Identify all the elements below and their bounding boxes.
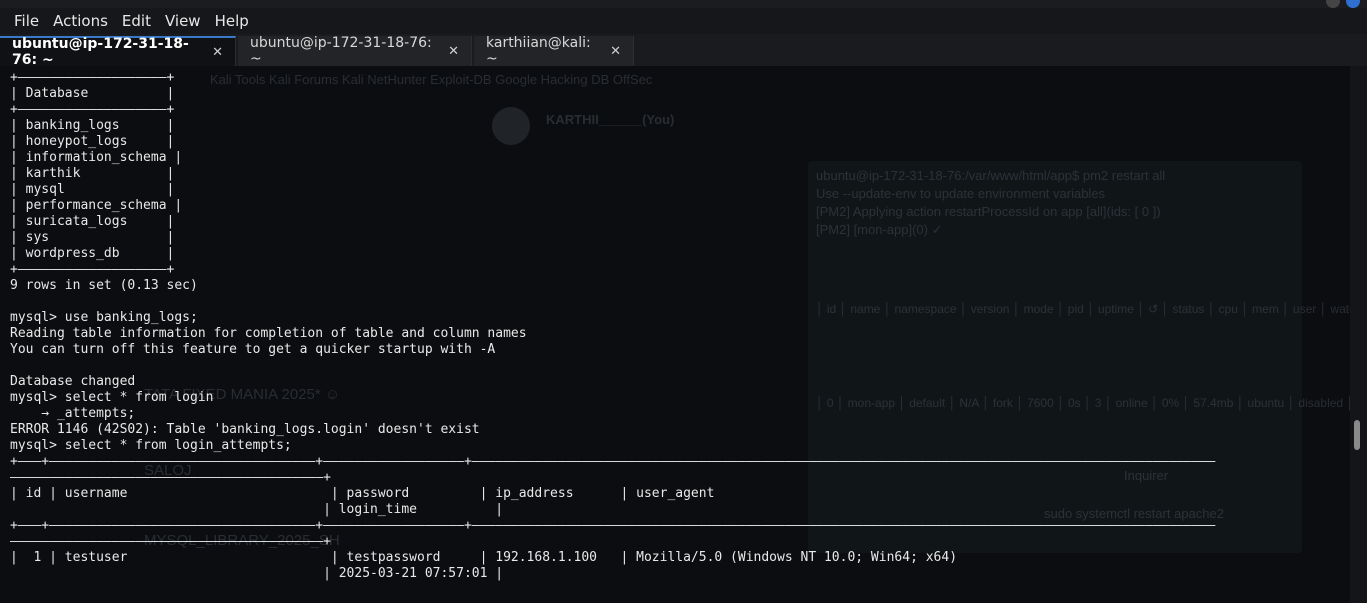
- terminal-line: | login_time |: [10, 502, 504, 517]
- tab-ubuntu-1[interactable]: ubuntu@ip-172-31-18-76: ~ ✕: [0, 36, 236, 68]
- terminal-line: | banking_logs |: [10, 118, 175, 133]
- scrollbar-track[interactable]: [1350, 66, 1367, 603]
- terminal-line: | sys |: [10, 230, 175, 245]
- terminal-line: | honeypot_logs |: [10, 134, 175, 149]
- terminal-line: | 1 | testuser | testpassword | 192.168.…: [10, 550, 958, 565]
- terminal-line: | wordpress_db |: [10, 246, 175, 261]
- tab-label: ubuntu@ip-172-31-18-76: ~: [250, 35, 432, 67]
- terminal-line: +———+——————————————————————————————————+…: [10, 518, 1216, 533]
- terminal-line: | 2025-03-21 07:57:01 |: [10, 566, 504, 581]
- menu-view[interactable]: View: [158, 12, 208, 30]
- terminal-line: 9 rows in set (0.13 sec): [10, 278, 198, 293]
- terminal-line: → _attempts;: [10, 406, 136, 421]
- tab-kali[interactable]: karthiian@kali: ~ ✕: [474, 35, 634, 67]
- terminal-line: ————————————————————————————————————————…: [10, 470, 331, 485]
- menu-file[interactable]: File: [0, 12, 46, 30]
- menu-actions[interactable]: Actions: [46, 12, 115, 30]
- terminal-line: | information_schema |: [10, 150, 183, 165]
- tab-label: ubuntu@ip-172-31-18-76: ~: [12, 36, 189, 68]
- terminal-line: +———————————————————+: [10, 102, 175, 117]
- terminal-line: +———+——————————————————————————————————+…: [10, 454, 1216, 469]
- scrollbar-thumb[interactable]: [1354, 420, 1360, 450]
- terminal-line: | id | username | password | ip_address …: [10, 486, 715, 501]
- close-tab-icon[interactable]: ✕: [212, 45, 223, 60]
- menu-edit[interactable]: Edit: [115, 12, 158, 30]
- menu-bar: File Actions Edit View Help: [0, 8, 1367, 34]
- terminal-line: +———————————————————+: [10, 70, 175, 85]
- terminal-line: +———————————————————+: [10, 262, 175, 277]
- terminal-line: | suricata_logs |: [10, 214, 175, 229]
- terminal-line: | mysql |: [10, 182, 175, 197]
- terminal-line: mysql> select * from login: [10, 390, 214, 405]
- close-tab-icon[interactable]: ✕: [610, 44, 621, 59]
- title-strip: [0, 0, 1367, 8]
- tab-ubuntu-2[interactable]: ubuntu@ip-172-31-18-76: ~ ✕: [238, 35, 472, 67]
- terminal-line: You can turn off this feature to get a q…: [10, 342, 496, 357]
- tab-bar: ubuntu@ip-172-31-18-76: ~ ✕ ubuntu@ip-17…: [0, 34, 1367, 68]
- close-window-icon[interactable]: [1346, 0, 1360, 8]
- terminal-line: mysql> use banking_logs;: [10, 310, 198, 325]
- terminal-line: | karthik |: [10, 166, 175, 181]
- terminal-window: File Actions Edit View Help ubuntu@ip-17…: [0, 0, 1367, 603]
- close-tab-icon[interactable]: ✕: [448, 44, 459, 59]
- terminal-line: | Database |: [10, 86, 175, 101]
- menu-help[interactable]: Help: [208, 12, 256, 30]
- terminal-line: | performance_schema |: [10, 198, 183, 213]
- terminal-line: mysql> select * from login_attempts;: [10, 438, 292, 453]
- terminal-text: +———————————————————+ | Database | +————…: [10, 70, 1215, 582]
- tab-label: karthiian@kali: ~: [486, 35, 591, 67]
- terminal-line: Reading table information for completion…: [10, 326, 527, 341]
- minimize-icon[interactable]: [1326, 0, 1340, 8]
- terminal-line: ————————————————————————————————————————…: [10, 534, 331, 549]
- terminal-output-area[interactable]: KARTHII______(You) Kali Tools Kali Forum…: [0, 66, 1350, 603]
- terminal-line: ERROR 1146 (42S02): Table 'banking_logs.…: [10, 422, 480, 437]
- terminal-line: Database changed: [10, 374, 136, 389]
